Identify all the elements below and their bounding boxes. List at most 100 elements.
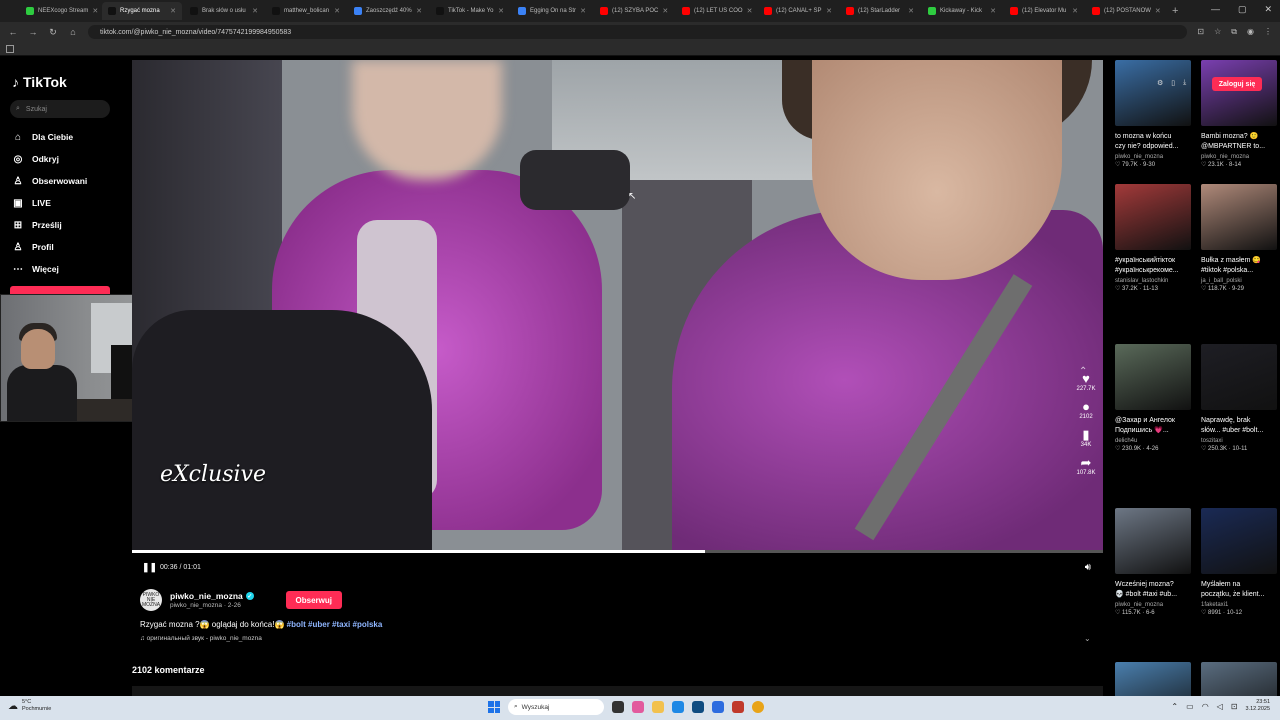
video-player[interactable]: eXclusive ↖ ⌃ ♥ 227.7K ● 2102 ▮ 34K ➦ 107.8K (132, 60, 1103, 550)
card-author[interactable]: stanislav_lastochkin (1103, 278, 1183, 284)
video-card[interactable]: Wcześniej mozna? 💀 #bolt #taxi #ub... piw… (1103, 508, 1191, 616)
install-icon[interactable]: ⊡ (1197, 27, 1204, 37)
file-explorer-icon[interactable] (652, 701, 664, 713)
pause-icon[interactable]: ❚❚ (142, 562, 158, 573)
reload-icon[interactable]: ↻ (48, 27, 58, 38)
apps-grid-icon[interactable] (6, 45, 14, 53)
tab-close-icon[interactable]: ✕ (908, 7, 914, 15)
browser-tab[interactable]: (12) SZYBA POC ✕ (594, 2, 674, 20)
close-window-icon[interactable]: ✕ (1264, 4, 1272, 15)
card-author[interactable]: toszitaxi (1189, 438, 1269, 444)
browser-tab[interactable]: (12) Elevator Mu ✕ (1004, 2, 1084, 20)
volume-icon[interactable]: 🔊︎ (1085, 562, 1091, 573)
battery-icon[interactable]: ▭ (1186, 702, 1194, 711)
browser-tab[interactable]: Egging On na Str ✕ (512, 2, 592, 20)
video-thumbnail[interactable] (1201, 508, 1277, 574)
tab-close-icon[interactable]: ✕ (170, 7, 176, 15)
new-tab-button[interactable]: + (1172, 5, 1178, 17)
tab-close-icon[interactable]: ✕ (826, 7, 832, 15)
speaker-icon[interactable]: ◁ (1217, 702, 1223, 711)
url-field[interactable]: tiktok.com/@piwko_nie_mozna/video/747574… (88, 25, 1188, 39)
video-thumbnail[interactable] (1115, 60, 1191, 126)
minimize-icon[interactable]: — (1211, 4, 1220, 15)
chrome-icon[interactable] (752, 701, 764, 713)
video-thumbnail[interactable] (1115, 184, 1191, 250)
video-thumbnail[interactable] (1201, 184, 1277, 250)
browser-tab[interactable]: Brak słów o usłu ✕ (184, 2, 264, 20)
video-card[interactable]: Naprawdę, brak słów... #uber #bolt... tos… (1189, 344, 1277, 452)
browser-tab[interactable]: (12) POSTANOW ✕ (1086, 2, 1166, 20)
browser-tab[interactable]: TikTok - Make Yo ✕ (430, 2, 510, 20)
mail-icon[interactable] (712, 701, 724, 713)
video-action[interactable]: ● 2102 (1079, 400, 1092, 421)
sidebar-item[interactable]: ⋯ Więcej (12, 258, 87, 280)
card-author[interactable]: ja_i_ball_polski (1189, 278, 1269, 284)
hashtag-link[interactable]: #taxi (332, 620, 350, 629)
hashtag-link[interactable]: #bolt (287, 620, 306, 629)
browser-tab[interactable]: Rzygać mozna ✕ (102, 2, 182, 20)
tab-close-icon[interactable]: ✕ (662, 7, 668, 15)
hashtag-link[interactable]: #uber (308, 620, 330, 629)
sidebar-item[interactable]: ♙ Profil (12, 236, 87, 258)
video-thumbnail[interactable] (1201, 344, 1277, 410)
login-top-button[interactable]: Zaloguj się (1212, 77, 1262, 91)
download-icon[interactable]: ⤓ (1183, 79, 1186, 87)
tab-close-icon[interactable]: ✕ (580, 7, 586, 15)
sidebar-item[interactable]: ⊞ Prześlij (12, 214, 87, 236)
hashtag-link[interactable]: #polska (353, 620, 383, 629)
browser-tab[interactable]: Zaoszczędź 40% ✕ (348, 2, 428, 20)
sidebar-item[interactable]: ♙ Obserwowani (12, 170, 88, 192)
edge-icon[interactable] (672, 701, 684, 713)
extensions-icon[interactable]: ⧉ (1231, 27, 1237, 37)
author-name[interactable]: piwko_nie_mozna ✓ (170, 591, 254, 601)
card-author[interactable]: delich4u (1103, 438, 1183, 444)
device-icon[interactable]: ▯ (1171, 79, 1175, 87)
video-card[interactable]: to mozna w końcu czy nie? odpowied... piw… (1103, 60, 1191, 168)
video-thumbnail[interactable] (1201, 60, 1277, 126)
tray-chevron-icon[interactable]: ⌃ (1171, 702, 1178, 711)
notification-icon[interactable]: ⊡ (1231, 702, 1238, 711)
browser-tab[interactable]: (12) CANAL+ SP ✕ (758, 2, 838, 20)
task-view-icon[interactable] (612, 701, 624, 713)
video-action[interactable]: ➦ 107.8K (1076, 456, 1095, 477)
video-card[interactable]: #українськийтікток #українськрекоме... st… (1103, 184, 1191, 292)
browser-tab[interactable]: (12) LET US COO ✕ (676, 2, 756, 20)
sidebar-item[interactable]: ◎ Odkryj (12, 148, 87, 170)
tab-close-icon[interactable]: ✕ (1072, 7, 1078, 15)
forward-icon[interactable]: → (28, 27, 38, 37)
tab-close-icon[interactable]: ✕ (990, 7, 996, 15)
copilot-icon[interactable] (632, 701, 644, 713)
video-card[interactable] (1189, 662, 1277, 696)
search-input[interactable]: ⌕ Szukaj (10, 100, 110, 118)
tab-close-icon[interactable]: ✕ (334, 7, 340, 15)
weather-widget[interactable]: ☁ 5°C Pochmurnie (8, 699, 51, 713)
browser-tab[interactable]: (12) StarLadder ✕ (840, 2, 920, 20)
browser-tab[interactable]: NEEXcogo Stream ✕ (20, 2, 100, 20)
video-action[interactable]: ▮ 34K (1081, 428, 1092, 449)
tab-close-icon[interactable]: ✕ (416, 7, 422, 15)
taskbar-search[interactable]: ⌕ Wyszukaj (508, 699, 604, 715)
tab-close-icon[interactable]: ✕ (252, 7, 258, 15)
video-thumbnail[interactable] (1115, 662, 1191, 696)
browser-tab[interactable]: matthew_bolican ✕ (266, 2, 346, 20)
sidebar-item[interactable]: ▣ LIVE (12, 192, 87, 214)
bookmark-star-icon[interactable]: ☆ (1214, 27, 1221, 37)
wifi-icon[interactable]: ◠ (1202, 702, 1209, 711)
expand-chevron-icon[interactable]: ⌄ (1084, 634, 1091, 643)
home-browser-icon[interactable]: ⌂ (68, 27, 78, 37)
card-author[interactable]: 1faketaxi1 (1189, 602, 1269, 608)
back-icon[interactable]: ← (8, 27, 18, 37)
maximize-icon[interactable]: ▢ (1238, 4, 1247, 15)
tab-close-icon[interactable]: ✕ (1155, 7, 1161, 15)
card-author[interactable]: piwko_nie_mozna (1103, 154, 1183, 160)
video-card[interactable]: Bułka z masłem 😋 #tiktok #polska... ja_i_… (1189, 184, 1277, 292)
follow-button[interactable]: Obserwuj (285, 591, 342, 609)
video-thumbnail[interactable] (1201, 662, 1277, 696)
video-action[interactable]: ♥ 227.7K (1076, 372, 1095, 393)
app-icon[interactable] (692, 701, 704, 713)
browser-menu-icon[interactable]: ⋮ (1264, 27, 1272, 37)
settings-icon[interactable]: ⚙ (1157, 79, 1163, 87)
system-clock[interactable]: 23:51 3.12.2025 (1246, 699, 1270, 713)
sound-link[interactable]: ♫ оригинальный звук - piwko_nie_mozna (140, 635, 262, 642)
profile-browser-icon[interactable]: ◉ (1247, 27, 1254, 37)
